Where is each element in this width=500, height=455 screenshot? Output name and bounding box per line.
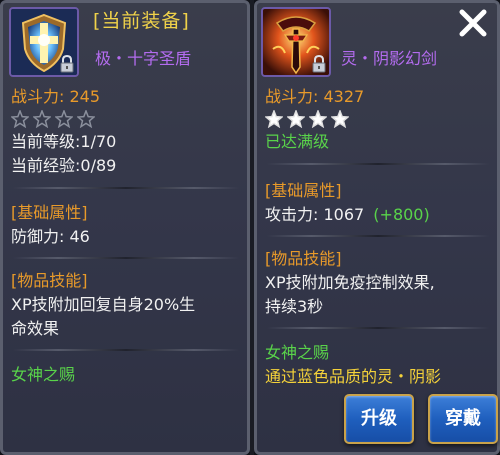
separator bbox=[13, 187, 239, 189]
close-icon[interactable] bbox=[456, 6, 490, 40]
separator bbox=[13, 349, 239, 351]
skill-description-line2: 持续3秒 bbox=[265, 297, 324, 316]
combat-power: 战斗力: 4327 bbox=[265, 87, 365, 106]
separator bbox=[267, 163, 489, 165]
current-level: 当前等级:1/70 bbox=[11, 132, 117, 151]
current-exp: 当前经验:0/89 bbox=[11, 156, 117, 175]
upgrade-button[interactable]: 升级 bbox=[344, 394, 414, 444]
star-icon bbox=[33, 110, 51, 128]
current-equipment-panel: [当前装备] 极・十字圣盾 战斗力: 245 当前等级:1/70 当前经验:0/… bbox=[0, 0, 250, 455]
cross-shield-icon[interactable] bbox=[9, 7, 79, 77]
attack-value-text: 攻击力: 1067 bbox=[265, 205, 365, 224]
goddess-blessing-header: 女神之赐 bbox=[11, 365, 76, 384]
star-icon bbox=[11, 110, 29, 128]
skill-description-line2: 命效果 bbox=[11, 319, 60, 338]
star-icon bbox=[265, 110, 283, 128]
skill-description-line1: XP技附加免疫控制效果, bbox=[265, 273, 435, 292]
separator bbox=[267, 327, 489, 329]
separator bbox=[13, 257, 239, 259]
separator bbox=[267, 235, 489, 237]
defense-value: 防御力: 46 bbox=[11, 227, 90, 246]
item-name: 极・十字圣盾 bbox=[95, 49, 192, 68]
star-icon bbox=[77, 110, 95, 128]
equip-button[interactable]: 穿戴 bbox=[428, 394, 498, 444]
star-icon bbox=[287, 110, 305, 128]
skill-description-line1: XP技附加回复自身20%生 bbox=[11, 295, 196, 314]
shadow-sword-icon[interactable] bbox=[261, 7, 331, 77]
item-skill-header: [物品技能] bbox=[11, 271, 88, 290]
goddess-blessing-header: 女神之赐 bbox=[265, 343, 330, 362]
star-icon bbox=[55, 110, 73, 128]
star-icon bbox=[309, 110, 327, 128]
combat-power: 战斗力: 245 bbox=[11, 87, 101, 106]
item-name: 灵・阴影幻剑 bbox=[341, 49, 438, 68]
basic-attr-header: [基础属性] bbox=[265, 181, 342, 200]
attack-value: 攻击力: 1067 (+800) bbox=[265, 205, 430, 225]
compare-equipment-panel: 灵・阴影幻剑 战斗力: 4327 已达满级 [基础属性] 攻击力: 1067 (… bbox=[254, 0, 500, 455]
max-level-status: 已达满级 bbox=[265, 132, 330, 151]
lock-icon bbox=[312, 55, 326, 73]
attack-bonus: (+800) bbox=[373, 205, 430, 224]
lock-icon bbox=[60, 55, 74, 73]
star-icon bbox=[331, 110, 349, 128]
basic-attr-header: [基础属性] bbox=[11, 203, 88, 222]
panel-title: [当前装备] bbox=[93, 10, 190, 32]
goddess-blessing-text: 通过蓝色品质的灵・阴影 bbox=[265, 367, 442, 386]
item-skill-header: [物品技能] bbox=[265, 249, 342, 268]
